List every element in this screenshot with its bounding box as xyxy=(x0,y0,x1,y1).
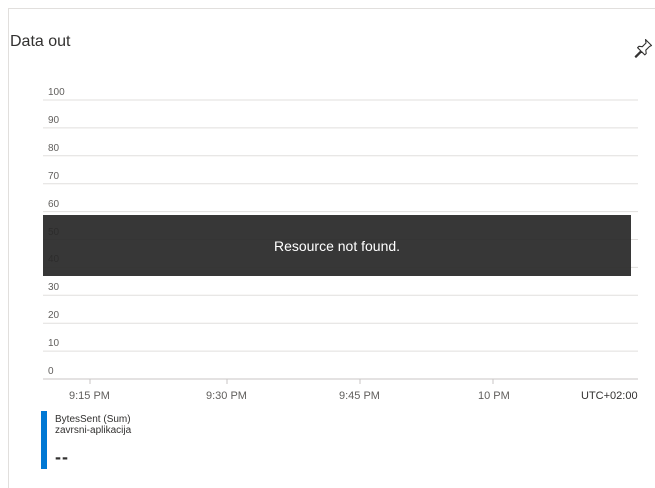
legend-value: -- xyxy=(55,447,69,467)
legend-item[interactable]: BytesSent (Sum) zavrsni-aplikacija -- xyxy=(41,411,241,469)
y-tick-label: 10 xyxy=(48,338,60,350)
y-tick-label: 20 xyxy=(48,310,60,322)
y-tick-label: 60 xyxy=(48,198,60,210)
x-tick-label: 9:30 PM xyxy=(206,390,247,402)
y-tick-label: 100 xyxy=(48,87,65,98)
x-tick-label: 10 PM xyxy=(478,390,510,402)
y-tick-label: 0 xyxy=(48,366,54,377)
y-tick-label: 70 xyxy=(48,170,60,182)
timezone-label: UTC+02:00 xyxy=(581,390,638,402)
y-tick-label: 30 xyxy=(48,282,60,294)
legend-metric-name: BytesSent (Sum) xyxy=(55,414,131,425)
legend-resource-name: zavrsni-aplikacija xyxy=(55,425,132,436)
error-message: Resource not found. xyxy=(273,237,401,254)
legend-color-bar xyxy=(41,411,47,469)
x-tick-label: 9:15 PM xyxy=(69,390,110,402)
error-overlay: Resource not found. xyxy=(43,215,631,276)
y-tick-label: 80 xyxy=(48,142,60,154)
x-tick-label: 9:45 PM xyxy=(339,390,380,402)
y-tick-label: 90 xyxy=(48,114,60,126)
